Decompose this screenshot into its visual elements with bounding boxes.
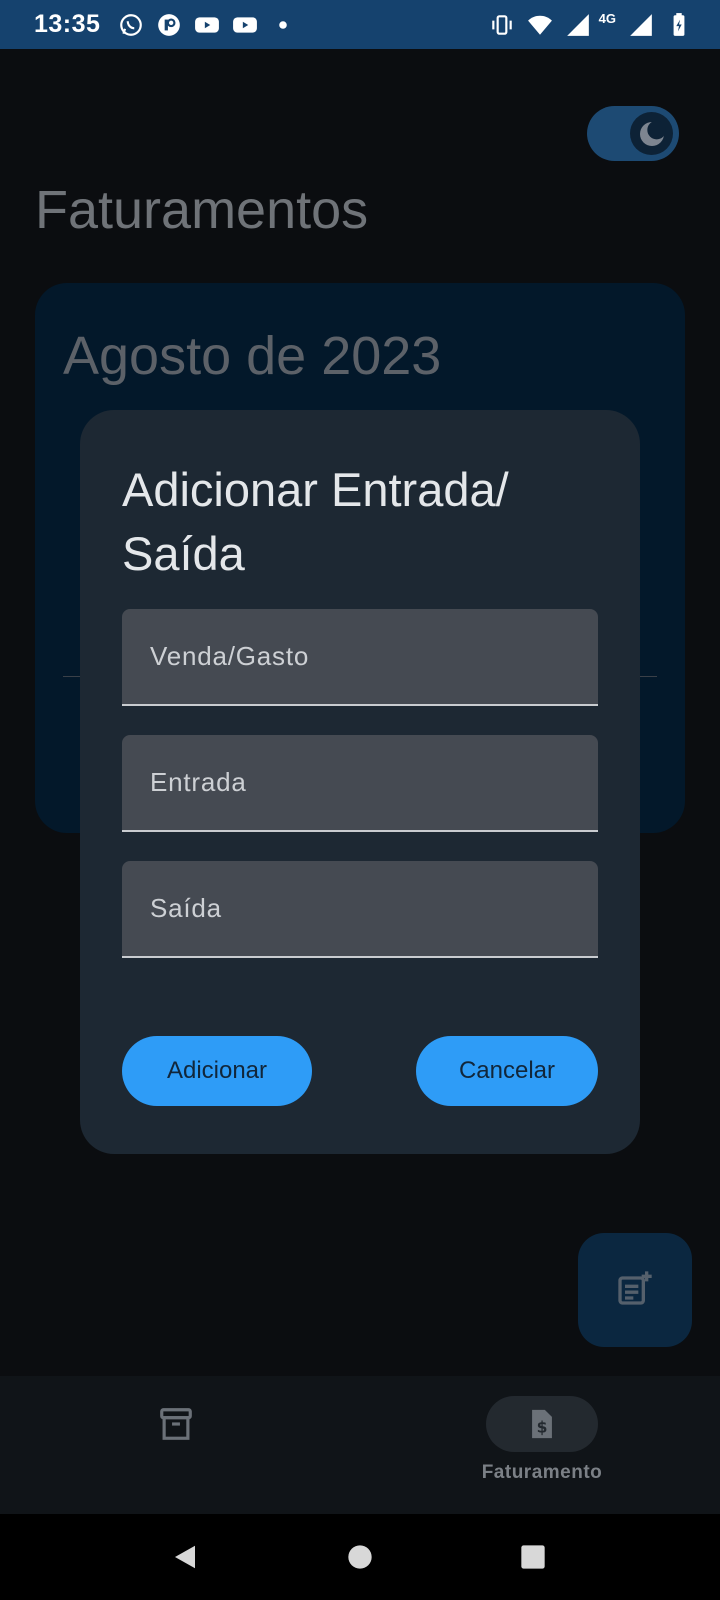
venda-gasto-input[interactable] [122, 609, 598, 704]
add-button[interactable]: Adicionar [122, 1036, 312, 1106]
bottom-navigation: $ Faturamento [0, 1376, 720, 1514]
add-entry-dialog: Adicionar Entrada/ Saída Adicionar Cance… [80, 410, 640, 1154]
page-title: Faturamentos [35, 180, 369, 240]
signal-icon [628, 12, 654, 38]
nav-label-faturamento: Faturamento [481, 1462, 603, 1483]
vibrate-icon [489, 12, 515, 38]
add-entry-fab[interactable] [578, 1233, 692, 1347]
invoice-dollar-icon: $ [486, 1396, 598, 1452]
archive-icon [120, 1396, 232, 1452]
svg-text:$: $ [537, 1419, 548, 1437]
notification-dot-icon [270, 12, 296, 38]
saida-field [122, 861, 598, 958]
venda-gasto-field [122, 609, 598, 706]
whatsapp-icon [118, 12, 144, 38]
signal-icon [565, 12, 591, 38]
entrada-field [122, 735, 598, 832]
recents-icon[interactable] [516, 1540, 550, 1574]
home-icon[interactable] [343, 1540, 377, 1574]
dialog-title: Adicionar Entrada/ Saída [122, 463, 509, 580]
back-icon[interactable] [168, 1540, 202, 1574]
theme-toggle[interactable] [587, 106, 679, 161]
status-time: 13:35 [34, 10, 101, 38]
moon-icon [630, 112, 673, 155]
nav-item-archive[interactable] [116, 1396, 236, 1452]
notification-icons [118, 12, 296, 38]
battery-charging-icon [666, 12, 692, 38]
system-navigation-bar [0, 1514, 720, 1600]
saida-input[interactable] [122, 861, 598, 956]
youtube-icon [232, 12, 258, 38]
add-note-icon [615, 1268, 655, 1313]
month-title: Agosto de 2023 [63, 326, 442, 386]
wifi-icon [527, 12, 553, 38]
status-bar: 13:35 4G [0, 0, 720, 49]
youtube-icon [194, 12, 220, 38]
entrada-input[interactable] [122, 735, 598, 830]
network-type: 4G [598, 11, 616, 26]
cancel-button[interactable]: Cancelar [416, 1036, 598, 1106]
nav-item-faturamento[interactable]: $ Faturamento [466, 1396, 618, 1484]
app-icon [156, 12, 182, 38]
system-icons: 4G [489, 11, 692, 38]
